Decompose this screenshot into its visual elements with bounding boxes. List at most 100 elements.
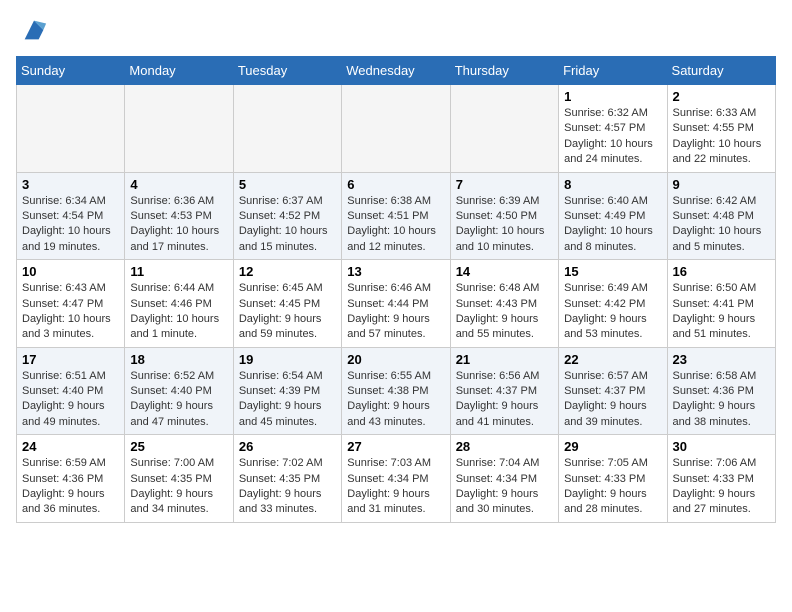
day-info: Sunrise: 7:00 AMSunset: 4:35 PMDaylight:… [130, 456, 227, 518]
day-number: 16 [673, 264, 770, 279]
day-info: Sunrise: 7:02 AMSunset: 4:35 PMDaylight:… [239, 456, 336, 518]
day-number: 6 [347, 177, 444, 192]
day-info: Sunrise: 6:57 AMSunset: 4:37 PMDaylight:… [564, 369, 661, 431]
day-info: Sunrise: 6:51 AMSunset: 4:40 PMDaylight:… [22, 369, 119, 431]
day-number: 26 [239, 439, 336, 454]
day-number: 29 [564, 439, 661, 454]
calendar-cell: 29 Sunrise: 7:05 AMSunset: 4:33 PMDayligh… [559, 435, 667, 523]
day-number: 22 [564, 352, 661, 367]
day-info: Sunrise: 6:58 AMSunset: 4:36 PMDaylight:… [673, 369, 770, 431]
day-number: 2 [673, 89, 770, 104]
day-info: Sunrise: 7:05 AMSunset: 4:33 PMDaylight:… [564, 456, 661, 518]
calendar-week-row: 17 Sunrise: 6:51 AMSunset: 4:40 PMDayligh… [17, 347, 776, 435]
weekday-header: Wednesday [342, 57, 450, 85]
calendar-cell: 23 Sunrise: 6:58 AMSunset: 4:36 PMDayligh… [667, 347, 775, 435]
day-info: Sunrise: 6:45 AMSunset: 4:45 PMDaylight:… [239, 281, 336, 343]
calendar-cell: 28Sunrise: 7:04 AMSunset: 4:34 PMDayligh… [450, 435, 558, 523]
calendar-cell: 22 Sunrise: 6:57 AMSunset: 4:37 PMDayligh… [559, 347, 667, 435]
day-number: 3 [22, 177, 119, 192]
day-info: Sunrise: 6:49 AMSunset: 4:42 PMDaylight:… [564, 281, 661, 343]
calendar-cell: 12 Sunrise: 6:45 AMSunset: 4:45 PMDayligh… [233, 260, 341, 348]
page-header [16, 16, 776, 44]
day-info: Sunrise: 7:03 AMSunset: 4:34 PMDaylight:… [347, 456, 444, 518]
calendar-cell [342, 85, 450, 173]
calendar-cell [450, 85, 558, 173]
day-number: 24 [22, 439, 119, 454]
day-number: 7 [456, 177, 553, 192]
calendar-cell: 9Sunrise: 6:42 AMSunset: 4:48 PMDaylight… [667, 172, 775, 260]
calendar-cell [233, 85, 341, 173]
calendar-cell: 27 Sunrise: 7:03 AMSunset: 4:34 PMDayligh… [342, 435, 450, 523]
calendar-cell: 18 Sunrise: 6:52 AMSunset: 4:40 PMDayligh… [125, 347, 233, 435]
calendar-cell: 14 Sunrise: 6:48 AMSunset: 4:43 PMDayligh… [450, 260, 558, 348]
calendar-cell: 26 Sunrise: 7:02 AMSunset: 4:35 PMDayligh… [233, 435, 341, 523]
weekday-header: Friday [559, 57, 667, 85]
calendar-cell: 4Sunrise: 6:36 AMSunset: 4:53 PMDaylight… [125, 172, 233, 260]
day-number: 30 [673, 439, 770, 454]
day-number: 20 [347, 352, 444, 367]
weekday-header: Tuesday [233, 57, 341, 85]
calendar-cell: 21 Sunrise: 6:56 AMSunset: 4:37 PMDayligh… [450, 347, 558, 435]
day-info: Sunrise: 6:38 AMSunset: 4:51 PMDaylight:… [347, 194, 444, 256]
calendar-cell [17, 85, 125, 173]
day-number: 21 [456, 352, 553, 367]
day-number: 5 [239, 177, 336, 192]
day-info: Sunrise: 6:34 AMSunset: 4:54 PMDaylight:… [22, 194, 119, 256]
calendar-cell: 11Sunrise: 6:44 AMSunset: 4:46 PMDayligh… [125, 260, 233, 348]
day-info: Sunrise: 7:06 AMSunset: 4:33 PMDaylight:… [673, 456, 770, 518]
weekday-header: Sunday [17, 57, 125, 85]
day-info: Sunrise: 6:52 AMSunset: 4:40 PMDaylight:… [130, 369, 227, 431]
day-number: 15 [564, 264, 661, 279]
day-number: 1 [564, 89, 661, 104]
day-info: Sunrise: 6:54 AMSunset: 4:39 PMDaylight:… [239, 369, 336, 431]
day-info: Sunrise: 6:43 AMSunset: 4:47 PMDaylight:… [22, 281, 119, 343]
calendar-cell [125, 85, 233, 173]
calendar-cell: 3 Sunrise: 6:34 AMSunset: 4:54 PMDaylight… [17, 172, 125, 260]
day-info: Sunrise: 6:59 AMSunset: 4:36 PMDaylight:… [22, 456, 119, 518]
day-info: Sunrise: 6:55 AMSunset: 4:38 PMDaylight:… [347, 369, 444, 431]
day-number: 17 [22, 352, 119, 367]
day-number: 13 [347, 264, 444, 279]
day-info: Sunrise: 6:33 AMSunset: 4:55 PMDaylight:… [673, 106, 770, 168]
calendar-week-row: 24 Sunrise: 6:59 AMSunset: 4:36 PMDayligh… [17, 435, 776, 523]
day-info: Sunrise: 6:36 AMSunset: 4:53 PMDaylight:… [130, 194, 227, 256]
logo-icon [20, 16, 48, 44]
calendar-cell: 30 Sunrise: 7:06 AMSunset: 4:33 PMDayligh… [667, 435, 775, 523]
day-info: Sunrise: 6:56 AMSunset: 4:37 PMDaylight:… [456, 369, 553, 431]
day-info: Sunrise: 6:42 AMSunset: 4:48 PMDaylight:… [673, 194, 770, 256]
calendar-table: SundayMondayTuesdayWednesdayThursdayFrid… [16, 56, 776, 523]
calendar-cell: 25 Sunrise: 7:00 AMSunset: 4:35 PMDayligh… [125, 435, 233, 523]
calendar-cell: 16 Sunrise: 6:50 AMSunset: 4:41 PMDayligh… [667, 260, 775, 348]
day-number: 12 [239, 264, 336, 279]
day-number: 8 [564, 177, 661, 192]
calendar-week-row: 10Sunrise: 6:43 AMSunset: 4:47 PMDayligh… [17, 260, 776, 348]
day-info: Sunrise: 6:50 AMSunset: 4:41 PMDaylight:… [673, 281, 770, 343]
day-info: Sunrise: 7:04 AMSunset: 4:34 PMDaylight:… [456, 456, 553, 518]
calendar-header-row: SundayMondayTuesdayWednesdayThursdayFrid… [17, 57, 776, 85]
calendar-cell: 15 Sunrise: 6:49 AMSunset: 4:42 PMDayligh… [559, 260, 667, 348]
calendar-week-row: 1Sunrise: 6:32 AMSunset: 4:57 PMDaylight… [17, 85, 776, 173]
day-info: Sunrise: 6:46 AMSunset: 4:44 PMDaylight:… [347, 281, 444, 343]
calendar-cell: 6 Sunrise: 6:38 AMSunset: 4:51 PMDaylight… [342, 172, 450, 260]
day-number: 27 [347, 439, 444, 454]
weekday-header: Saturday [667, 57, 775, 85]
calendar-cell: 8Sunrise: 6:40 AMSunset: 4:49 PMDaylight… [559, 172, 667, 260]
calendar-cell: 7Sunrise: 6:39 AMSunset: 4:50 PMDaylight… [450, 172, 558, 260]
calendar-cell: 19 Sunrise: 6:54 AMSunset: 4:39 PMDayligh… [233, 347, 341, 435]
day-number: 25 [130, 439, 227, 454]
day-number: 18 [130, 352, 227, 367]
calendar-cell: 24 Sunrise: 6:59 AMSunset: 4:36 PMDayligh… [17, 435, 125, 523]
day-number: 14 [456, 264, 553, 279]
calendar-week-row: 3 Sunrise: 6:34 AMSunset: 4:54 PMDaylight… [17, 172, 776, 260]
day-number: 23 [673, 352, 770, 367]
day-number: 19 [239, 352, 336, 367]
calendar-cell: 2 Sunrise: 6:33 AMSunset: 4:55 PMDaylight… [667, 85, 775, 173]
calendar-cell: 13 Sunrise: 6:46 AMSunset: 4:44 PMDayligh… [342, 260, 450, 348]
day-info: Sunrise: 6:44 AMSunset: 4:46 PMDaylight:… [130, 281, 227, 343]
day-info: Sunrise: 6:48 AMSunset: 4:43 PMDaylight:… [456, 281, 553, 343]
weekday-header: Monday [125, 57, 233, 85]
calendar-cell: 5 Sunrise: 6:37 AMSunset: 4:52 PMDaylight… [233, 172, 341, 260]
day-info: Sunrise: 6:37 AMSunset: 4:52 PMDaylight:… [239, 194, 336, 256]
calendar-cell: 20 Sunrise: 6:55 AMSunset: 4:38 PMDayligh… [342, 347, 450, 435]
calendar-cell: 10Sunrise: 6:43 AMSunset: 4:47 PMDayligh… [17, 260, 125, 348]
